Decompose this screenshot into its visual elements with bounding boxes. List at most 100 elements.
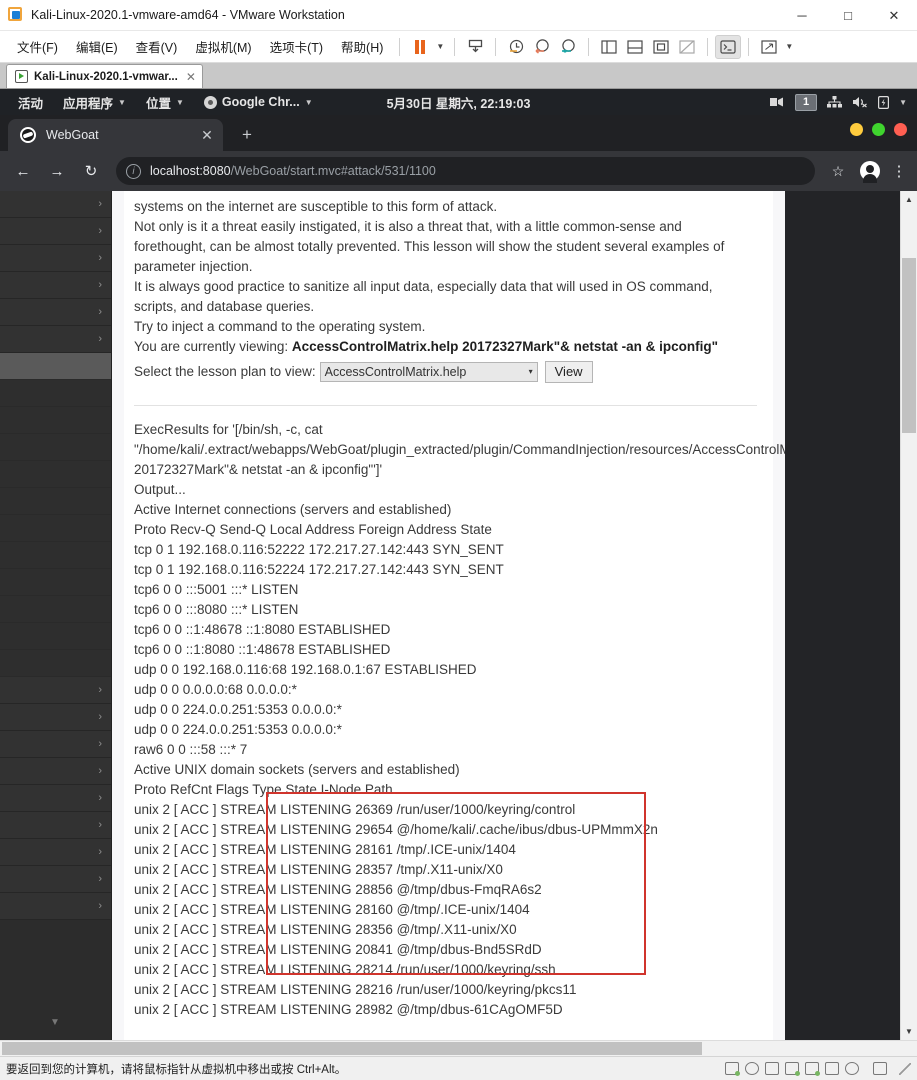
sidebar-item-2[interactable]: › [0, 245, 111, 272]
browser-tab-webgoat[interactable]: WebGoat ✕ [8, 119, 223, 151]
sidebar-item-7[interactable]: ection [0, 380, 111, 407]
vm-tab-close-icon[interactable]: ✕ [186, 70, 196, 84]
menu-tabs[interactable]: 选项卡(T) [261, 33, 332, 60]
take-snapshot-icon[interactable] [503, 35, 529, 59]
network-icon[interactable] [785, 1062, 800, 1076]
network-icon[interactable] [827, 96, 843, 108]
sidebar-item-21[interactable]: n› [0, 758, 111, 785]
page-horizontal-scrollbar[interactable] [0, 1040, 917, 1056]
sidebar-item-12[interactable]: c SQL Injection [0, 515, 111, 542]
sidebar-item-6[interactable]: on [0, 353, 111, 380]
forward-button[interactable]: → [42, 156, 72, 186]
back-button[interactable]: ← [8, 156, 38, 186]
scrollbar-thumb[interactable] [901, 258, 916, 433]
workspace-indicator[interactable]: 1 [795, 93, 818, 111]
bookmark-star-icon[interactable]: ☆ [825, 158, 851, 184]
menu-vm[interactable]: 虚拟机(M) [186, 33, 260, 60]
lesson-plan-select[interactable]: AccessControlMatrix.help ▾ [319, 362, 538, 382]
sidebar-item-3[interactable]: g (XSS)› [0, 272, 111, 299]
places-menu[interactable]: 位置 ▼ [136, 93, 194, 112]
show-bottom-pane-icon[interactable] [622, 35, 648, 59]
exec-output-line: Proto Recv-Q Send-Q Local Address Foreig… [134, 522, 492, 537]
view-button[interactable]: View [544, 361, 593, 383]
sidebar-item-24[interactable]: › [0, 839, 111, 866]
profile-avatar-icon[interactable] [860, 161, 880, 183]
exec-output-line: unix 2 [ ACC ] STREAM LISTENING 28357 /t… [134, 862, 503, 877]
info-icon[interactable]: i [126, 163, 141, 179]
close-tab-icon[interactable]: ✕ [199, 127, 215, 144]
reload-button[interactable]: ↻ [76, 156, 106, 186]
sidebar-item-13[interactable]: eterized Query #2 [0, 542, 111, 569]
display-icon[interactable] [873, 1062, 887, 1075]
minimize-button[interactable]: ─ [779, 0, 825, 31]
pause-dropdown-caret[interactable]: ▼ [433, 42, 447, 51]
close-button[interactable]: ✕ [871, 0, 917, 31]
page-vertical-scrollbar[interactable]: ▲ ▼ [900, 191, 917, 1040]
resize-grip[interactable] [899, 1062, 911, 1075]
sidebar-item-19[interactable]: cation› [0, 704, 111, 731]
sidebar-item-10[interactable]: SQL Injection [0, 461, 111, 488]
close-dot-button[interactable] [894, 123, 907, 136]
sidebar-item-11[interactable]: eterized Query #1 [0, 488, 111, 515]
unity-mode-icon[interactable] [674, 35, 700, 59]
sidebar-item-1[interactable]: › [0, 218, 111, 245]
sound-icon[interactable] [805, 1062, 820, 1076]
stretch-icon[interactable] [756, 35, 782, 59]
sidebar-item-0[interactable]: › [0, 191, 111, 218]
maximize-dot-button[interactable] [872, 123, 885, 136]
sidebar-item-16[interactable]: QL Injection [0, 623, 111, 650]
menu-view[interactable]: 查看(V) [127, 33, 187, 60]
sidebar-item-23[interactable]: ent Flaws› [0, 812, 111, 839]
sidebar-item-20[interactable]: › [0, 731, 111, 758]
sidebar-item-4[interactable]: ndling› [0, 299, 111, 326]
printer-icon[interactable] [845, 1062, 859, 1075]
applications-menu[interactable]: 应用程序 ▼ [53, 93, 136, 112]
sidebar-item-15[interactable]: oors [0, 596, 111, 623]
sidebar-item-17[interactable]: Injection [0, 650, 111, 677]
activities-button[interactable]: 活动 [8, 93, 53, 112]
toolbar-separator [588, 37, 590, 56]
volume-muted-icon[interactable] [852, 96, 868, 108]
sidebar-item-14[interactable]: on [0, 569, 111, 596]
three-dot-menu-icon[interactable]: ⋮ [889, 162, 909, 180]
usb-icon[interactable] [825, 1062, 839, 1075]
sidebar-item-22[interactable]: ing› [0, 785, 111, 812]
system-menu-caret[interactable]: ▼ [899, 98, 907, 107]
menu-edit[interactable]: 编辑(E) [67, 33, 127, 60]
screencast-icon[interactable] [769, 96, 785, 108]
current-app-menu[interactable]: Google Chr... ▼ [194, 95, 323, 109]
exec-output-line: unix 2 [ ACC ] STREAM LISTENING 28856 @/… [134, 882, 542, 897]
menu-file[interactable]: 文件(F) [8, 33, 67, 60]
show-left-pane-icon[interactable] [596, 35, 622, 59]
snapshot-manager-icon[interactable] [555, 35, 581, 59]
sidebar-item-8[interactable] [0, 407, 111, 434]
clock[interactable]: 5月30日 星期六, 22:19:03 [387, 93, 531, 112]
floppy-icon[interactable] [765, 1062, 779, 1075]
sidebar-item-25[interactable]: › [0, 866, 111, 893]
hscrollbar-thumb[interactable] [2, 1042, 702, 1055]
minimize-dot-button[interactable] [850, 123, 863, 136]
hard-disk-icon[interactable] [725, 1062, 740, 1076]
scroll-up-arrow-icon[interactable]: ▲ [901, 191, 917, 208]
new-tab-button[interactable]: + [233, 121, 261, 149]
sidebar-item-9[interactable]: on [0, 434, 111, 461]
chevron-right-icon: › [98, 711, 102, 723]
cd-dvd-icon[interactable] [745, 1062, 759, 1075]
pause-icon[interactable] [407, 35, 433, 59]
address-bar[interactable]: i localhost:8080/WebGoat/start.mvc#attac… [116, 157, 815, 185]
menu-help[interactable]: 帮助(H) [332, 33, 392, 60]
nav-scroll-down-icon[interactable]: ▼ [50, 1017, 60, 1028]
sidebar-item-26[interactable]: › [0, 893, 111, 920]
scroll-down-arrow-icon[interactable]: ▼ [901, 1023, 917, 1040]
full-screen-icon[interactable] [648, 35, 674, 59]
snapshot-icon[interactable] [462, 35, 488, 59]
scrollbar-track[interactable] [901, 208, 917, 1023]
console-view-icon[interactable] [715, 34, 742, 59]
vm-tab[interactable]: Kali-Linux-2020.1-vmwar... ✕ [6, 64, 203, 88]
sidebar-item-18[interactable]: › [0, 677, 111, 704]
revert-snapshot-icon[interactable] [529, 35, 555, 59]
maximize-button[interactable]: □ [825, 0, 871, 31]
battery-icon[interactable] [878, 95, 890, 109]
stretch-dropdown-caret[interactable]: ▼ [782, 42, 796, 51]
sidebar-item-5[interactable]: › [0, 326, 111, 353]
